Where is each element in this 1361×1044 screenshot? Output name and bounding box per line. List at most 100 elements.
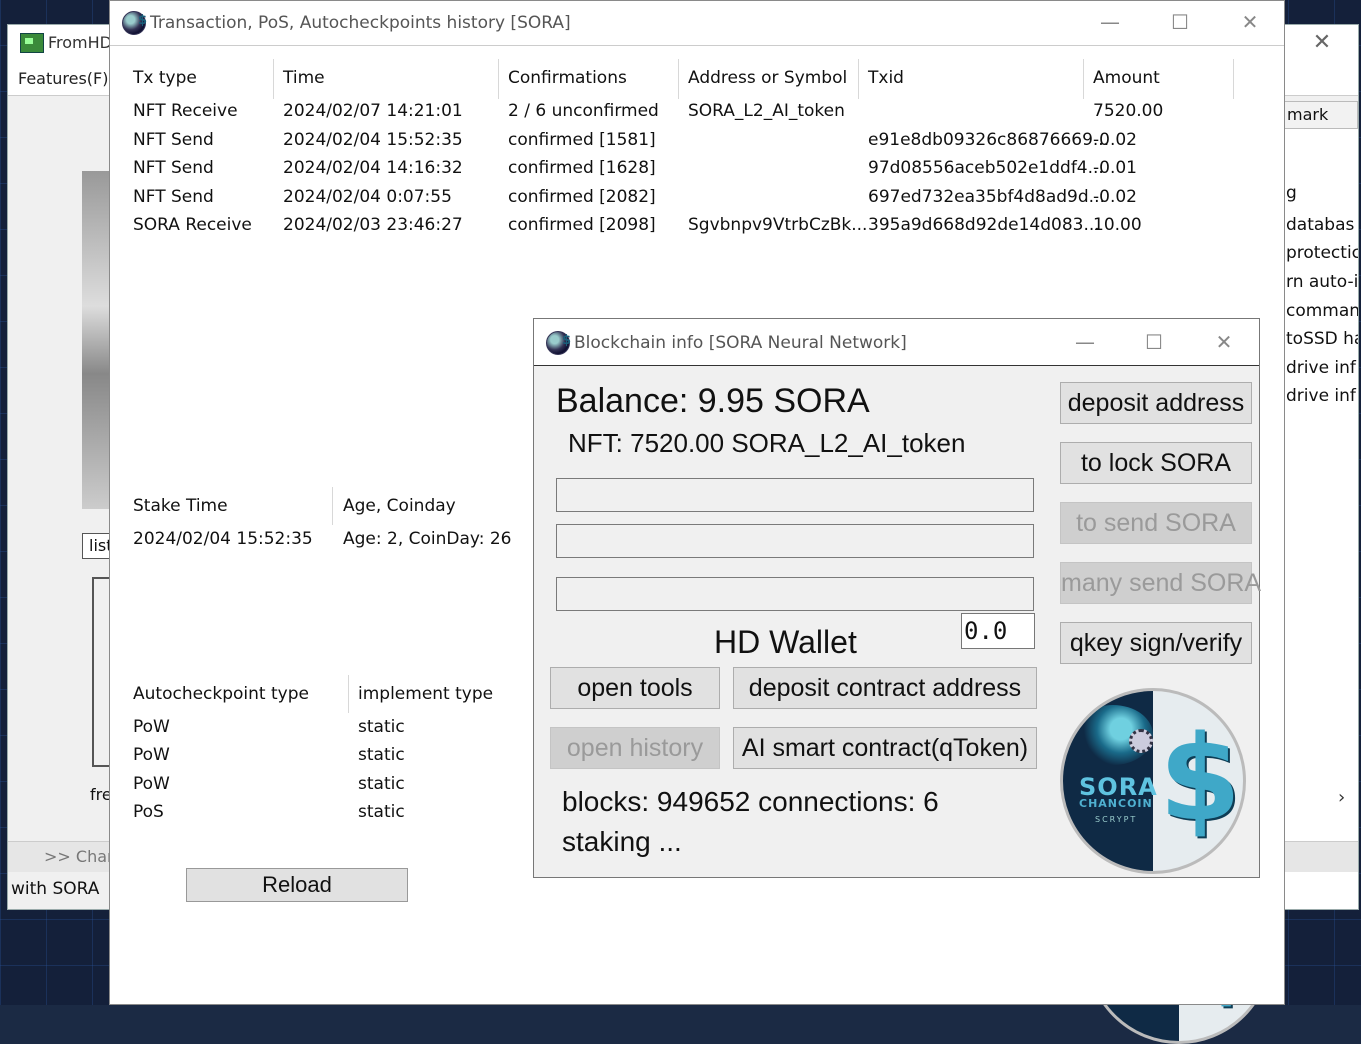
- scroll-right-icon[interactable]: ›: [1338, 787, 1358, 813]
- many-send-sora-button[interactable]: many send SORA: [1060, 562, 1261, 604]
- table-cell-type[interactable]: NFT Send: [133, 130, 214, 150]
- blockchain-window-title: Blockchain info [SORA Neural Network]: [574, 333, 907, 353]
- right-text-line: databas: [1286, 215, 1355, 235]
- table-cell-address[interactable]: SORA_L2_AI_token: [688, 101, 845, 121]
- table-cell-confirmations[interactable]: confirmed [1581]: [508, 130, 656, 150]
- sora-app-icon: [546, 331, 571, 355]
- column-header-autocheckpoint-type[interactable]: Autocheckpoint type: [133, 684, 309, 704]
- table-cell-amount[interactable]: -0.02: [1093, 130, 1137, 150]
- table-cell-amount[interactable]: 10.00: [1093, 215, 1142, 235]
- column-header-confirmations[interactable]: Confirmations: [508, 68, 627, 88]
- blockchain-window-body: Balance: 9.95 SORA NFT: 7520.00 SORA_L2_…: [534, 366, 1261, 877]
- staking-status: staking ...: [562, 826, 682, 857]
- balance-label: Balance: 9.95 SORA: [556, 382, 870, 420]
- close-icon[interactable]: ✕: [1204, 327, 1244, 357]
- qkey-sign-verify-button[interactable]: qkey sign/verify: [1060, 622, 1252, 664]
- right-text-line: protectic: [1286, 243, 1359, 263]
- maximize-icon[interactable]: ☐: [1134, 327, 1174, 357]
- blockchain-info-window[interactable]: Blockchain info [SORA Neural Network] — …: [533, 318, 1261, 878]
- column-separator: [858, 59, 859, 99]
- logo-dollar-icon: $: [1159, 709, 1242, 847]
- table-cell-type[interactable]: NFT Send: [133, 187, 214, 207]
- table-cell-time[interactable]: 2024/02/07 14:21:01: [283, 101, 463, 121]
- close-icon[interactable]: ✕: [1308, 29, 1336, 57]
- right-text-line: toSSD ha: [1286, 329, 1359, 349]
- menu-features[interactable]: Features(F): [18, 69, 108, 88]
- info-field-1[interactable]: [556, 478, 1034, 512]
- checkpoint-cell-impl[interactable]: static: [358, 717, 405, 737]
- checkpoint-cell-type[interactable]: PoW: [133, 717, 170, 737]
- ai-smart-contract-button[interactable]: AI smart contract(qToken): [733, 727, 1037, 769]
- checkpoint-cell-type[interactable]: PoS: [133, 802, 164, 822]
- column-header-implement-type[interactable]: implement type: [358, 684, 493, 704]
- transaction-window-titlebar[interactable]: Transaction, PoS, Autocheckpoints histor…: [110, 1, 1284, 46]
- column-header-txid[interactable]: Txid: [868, 68, 904, 88]
- table-cell-txid[interactable]: 395a9d668d92de14d083...: [868, 215, 1100, 235]
- bookmark-tab[interactable]: mark: [1280, 101, 1358, 129]
- info-field-3[interactable]: [556, 577, 1034, 611]
- column-header-tx-type[interactable]: Tx type: [133, 68, 197, 88]
- info-field-2[interactable]: [556, 524, 1034, 558]
- table-cell-time[interactable]: 2024/02/04 15:52:35: [283, 130, 463, 150]
- nft-label: NFT: 7520.00 SORA_L2_AI_token: [568, 428, 966, 458]
- reload-button[interactable]: Reload: [186, 868, 408, 902]
- column-separator: [1233, 59, 1234, 99]
- blocks-connections-status: blocks: 949652 connections: 6: [562, 786, 939, 817]
- right-text-line: rn auto-i: [1286, 272, 1359, 292]
- table-cell-time[interactable]: 2024/02/04 0:07:55: [283, 187, 452, 207]
- column-header-stake-time[interactable]: Stake Time: [133, 496, 228, 516]
- minimize-icon[interactable]: —: [1090, 7, 1130, 37]
- open-history-button[interactable]: open history: [550, 727, 720, 769]
- checkpoint-cell-impl[interactable]: static: [358, 802, 405, 822]
- table-cell-confirmations[interactable]: 2 / 6 unconfirmed: [508, 101, 659, 121]
- column-header-time[interactable]: Time: [283, 68, 325, 88]
- column-separator: [348, 675, 349, 713]
- table-cell-txid[interactable]: 697ed732ea35bf4d8ad9d...: [868, 187, 1105, 207]
- open-tools-button[interactable]: open tools: [550, 667, 720, 709]
- checkpoint-cell-impl[interactable]: static: [358, 745, 405, 765]
- table-cell-type[interactable]: NFT Receive: [133, 101, 238, 121]
- sora-app-icon: [122, 11, 147, 35]
- checkpoint-cell-impl[interactable]: static: [358, 774, 405, 794]
- checkpoint-cell-type[interactable]: PoW: [133, 745, 170, 765]
- column-header-age-coinday[interactable]: Age, Coinday: [343, 496, 456, 516]
- table-cell-type[interactable]: NFT Send: [133, 158, 214, 178]
- minimize-icon[interactable]: —: [1065, 327, 1105, 357]
- close-icon[interactable]: ✕: [1230, 7, 1270, 37]
- amount-input[interactable]: 0.0: [961, 613, 1035, 649]
- table-cell-txid[interactable]: e91e8db09326c86876669...: [868, 130, 1109, 150]
- right-text-line: drive inf: [1286, 386, 1356, 406]
- table-cell-confirmations[interactable]: confirmed [1628]: [508, 158, 656, 178]
- maximize-icon[interactable]: ☐: [1160, 7, 1200, 37]
- lock-sora-button[interactable]: to lock SORA: [1060, 442, 1252, 484]
- table-cell-confirmations[interactable]: confirmed [2082]: [508, 187, 656, 207]
- sora-chancoin-logo: SORA CHANCOIN SCRYPT $: [1060, 688, 1246, 874]
- deposit-contract-address-button[interactable]: deposit contract address: [733, 667, 1037, 709]
- table-cell-type[interactable]: SORA Receive: [133, 215, 252, 235]
- column-separator: [678, 59, 679, 99]
- app-icon: [20, 33, 44, 53]
- right-text-line: drive inf: [1286, 358, 1356, 378]
- column-separator: [1083, 59, 1084, 99]
- stake-cell-time[interactable]: 2024/02/04 15:52:35: [133, 529, 313, 549]
- table-cell-time[interactable]: 2024/02/03 23:46:27: [283, 215, 463, 235]
- deposit-address-button[interactable]: deposit address: [1060, 382, 1252, 424]
- table-cell-confirmations[interactable]: confirmed [2098]: [508, 215, 656, 235]
- right-text-line: g: [1286, 183, 1297, 203]
- with-sora-label: with SORA: [11, 879, 100, 899]
- column-separator: [273, 59, 274, 99]
- blockchain-window-titlebar[interactable]: Blockchain info [SORA Neural Network] — …: [534, 319, 1259, 366]
- column-separator: [498, 59, 499, 99]
- chain-label: >> Chan: [44, 847, 118, 866]
- table-cell-txid[interactable]: 97d08556aceb502e1ddf4...: [868, 158, 1104, 178]
- stake-cell-age[interactable]: Age: 2, CoinDay: 26: [343, 529, 512, 549]
- table-cell-amount[interactable]: -0.01: [1093, 158, 1137, 178]
- column-header-amount[interactable]: Amount: [1093, 68, 1160, 88]
- checkpoint-cell-type[interactable]: PoW: [133, 774, 170, 794]
- column-header-address[interactable]: Address or Symbol: [688, 68, 847, 88]
- send-sora-button[interactable]: to send SORA: [1060, 502, 1252, 544]
- table-cell-time[interactable]: 2024/02/04 14:16:32: [283, 158, 463, 178]
- table-cell-address[interactable]: Sgvbnpv9VtrbCzBk...: [688, 215, 867, 235]
- table-cell-amount[interactable]: -0.02: [1093, 187, 1137, 207]
- table-cell-amount[interactable]: 7520.00: [1093, 101, 1163, 121]
